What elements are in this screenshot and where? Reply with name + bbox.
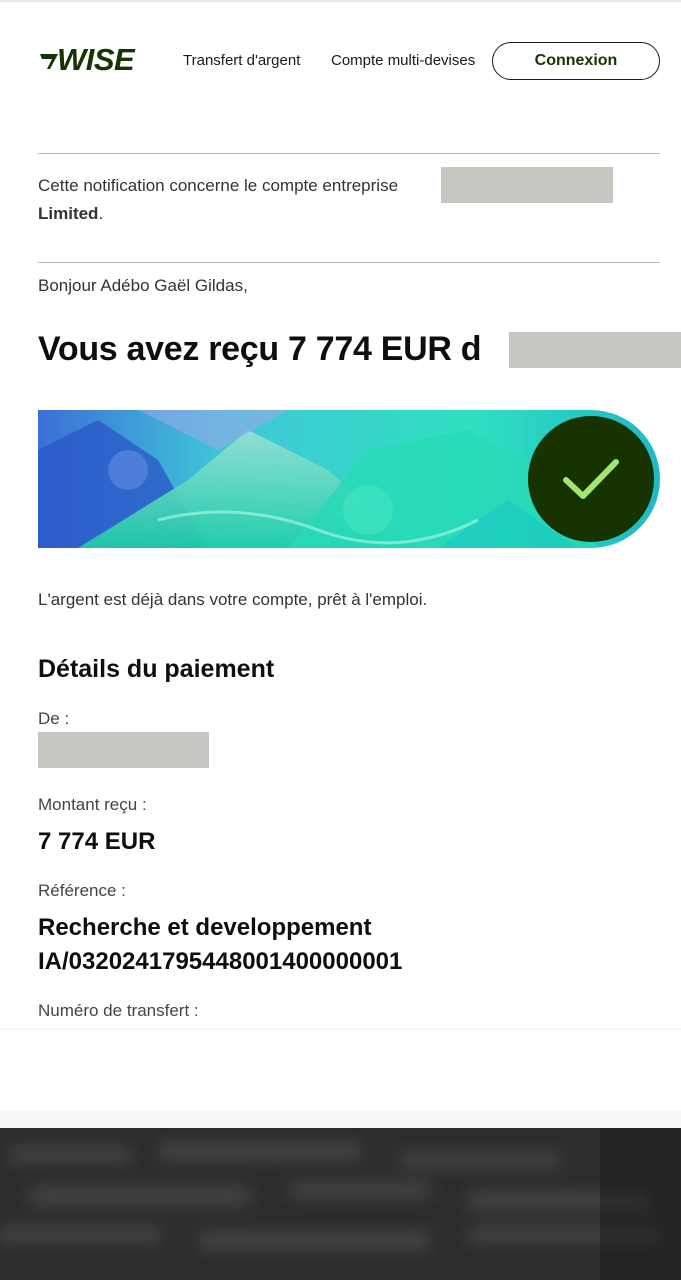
greeting: Bonjour Adébo Gaël Gildas, (38, 276, 248, 295)
reference-line-2: IA/0320241795448001400000001 (38, 948, 403, 975)
top-divider (0, 0, 681, 2)
redacted-sender (38, 732, 209, 768)
wise-logo-text: WISE (57, 42, 135, 77)
from-label: De : (38, 709, 70, 728)
reference-line-1: Recherche et developpement (38, 914, 372, 941)
divider (38, 262, 660, 263)
company-suffix: Limited (38, 204, 99, 223)
content-fade-line (0, 1028, 681, 1029)
notice-text: Cette notification concerne le compte en… (38, 176, 399, 195)
check-icon (563, 459, 619, 499)
funds-available-message: L'argent est déjà dans votre compte, prê… (38, 590, 428, 609)
nav-multi-currency-account[interactable]: Compte multi-devises (331, 52, 475, 69)
transfer-number-label: Numéro de transfert : (38, 1001, 199, 1020)
page-title: Vous avez reçu 7 774 EUR d (38, 330, 482, 368)
footer-band (0, 1110, 681, 1128)
redacted-sender-name (509, 332, 681, 368)
nav-money-transfer[interactable]: Transfert d'argent (183, 52, 300, 69)
login-button[interactable]: Connexion (492, 42, 660, 80)
wise-logo[interactable]: WISE (38, 42, 152, 77)
payment-details-title: Détails du paiement (38, 655, 275, 683)
success-check-badge (528, 416, 654, 542)
amount-label: Montant reçu : (38, 795, 147, 814)
blurred-background (0, 1128, 681, 1280)
reference-label: Référence : (38, 881, 126, 900)
redacted-company-name (441, 167, 613, 203)
divider (38, 153, 660, 154)
amount-value: 7 774 EUR (38, 828, 156, 855)
email-header: WISE Transfert d'argent Compte multi-dev… (38, 42, 660, 80)
